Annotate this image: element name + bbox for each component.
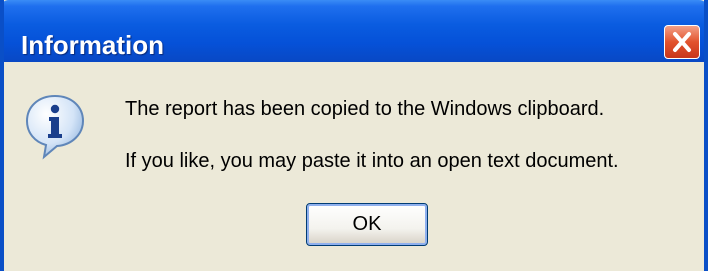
close-button[interactable] (664, 25, 700, 59)
message-line-2: If you like, you may paste it into an op… (125, 150, 619, 172)
ok-button[interactable]: OK (306, 203, 428, 246)
dialog-title: Information (21, 30, 164, 60)
ok-button-label: OK (352, 213, 382, 235)
information-dialog: Information The report has been copied t… (0, 0, 708, 271)
title-bar[interactable]: Information (4, 0, 704, 62)
info-icon (25, 94, 85, 160)
close-icon (673, 32, 691, 52)
message-line-1: The report has been copied to the Window… (125, 98, 605, 120)
